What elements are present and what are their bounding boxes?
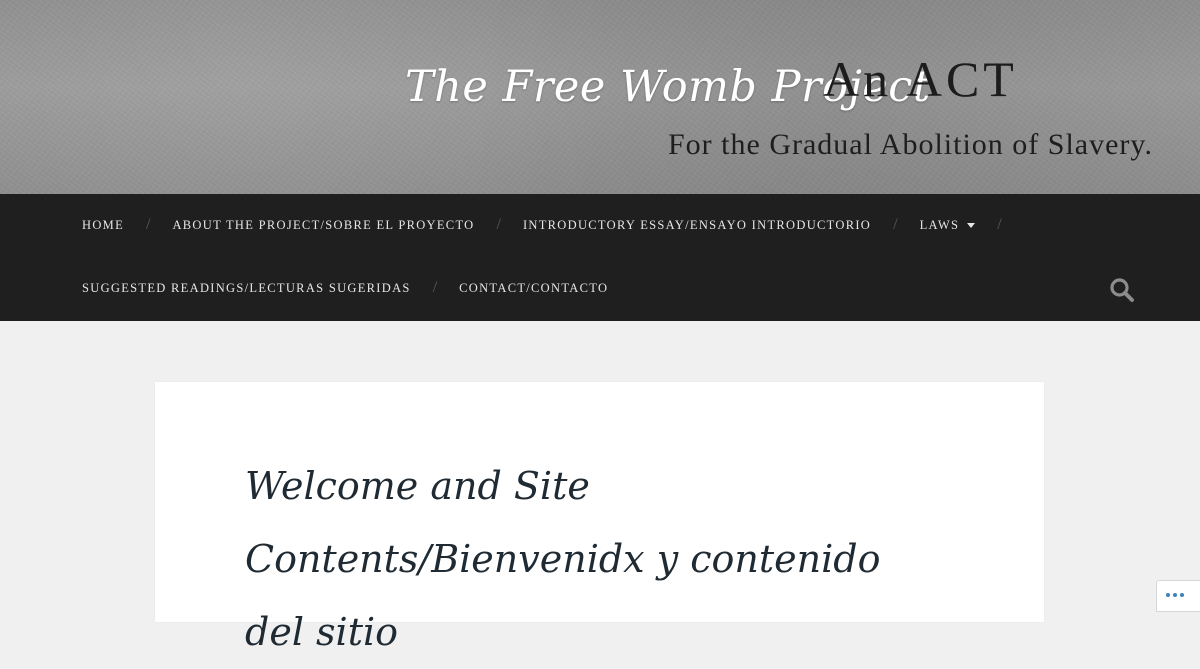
search-icon bbox=[1110, 278, 1134, 302]
nav-item-introductory-essay[interactable]: INTRODUCTORY ESSAY/ENSAYO INTRODUCTORIO bbox=[523, 218, 871, 233]
nav-item-home[interactable]: HOME bbox=[82, 218, 124, 233]
nav-separator: / bbox=[997, 216, 1002, 233]
page-title[interactable]: Welcome and Site Contents/Bienvenidx y c… bbox=[245, 450, 945, 669]
nav-separator: / bbox=[146, 216, 151, 233]
search-button[interactable] bbox=[1108, 276, 1136, 304]
nav-item-contact[interactable]: CONTACT/CONTACTO bbox=[459, 281, 608, 296]
nav-row-primary: HOME / ABOUT THE PROJECT/SOBRE EL PROYEC… bbox=[82, 215, 1024, 235]
banner-subtitle: For the Gradual Abolition of Slavery. bbox=[668, 128, 1153, 161]
banner-heading: An ACT bbox=[823, 51, 1018, 107]
main-navigation: HOME / ABOUT THE PROJECT/SOBRE EL PROYEC… bbox=[0, 194, 1200, 321]
nav-item-laws[interactable]: LAWS bbox=[920, 218, 976, 233]
ellipsis-icon bbox=[1166, 593, 1184, 597]
nav-item-suggested-readings[interactable]: SUGGESTED READINGS/LECTURAS SUGERIDAS bbox=[82, 281, 411, 296]
site-header: The Free Womb Project An ACT For the Gra… bbox=[0, 0, 1200, 194]
nav-row-secondary: SUGGESTED READINGS/LECTURAS SUGERIDAS / … bbox=[82, 278, 608, 298]
more-options-button[interactable] bbox=[1156, 580, 1200, 612]
nav-item-about[interactable]: ABOUT THE PROJECT/SOBRE EL PROYECTO bbox=[172, 218, 474, 233]
nav-separator: / bbox=[432, 279, 438, 296]
nav-separator: / bbox=[496, 216, 501, 233]
caret-down-icon bbox=[967, 222, 976, 228]
nav-item-laws-label: LAWS bbox=[919, 217, 960, 232]
nav-separator: / bbox=[893, 216, 898, 233]
